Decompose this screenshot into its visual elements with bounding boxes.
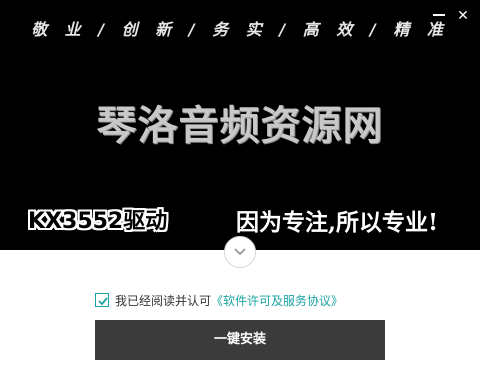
agree-checkbox[interactable] bbox=[95, 293, 109, 307]
chevron-down-icon bbox=[234, 248, 246, 256]
close-button[interactable]: ✕ bbox=[452, 4, 474, 26]
minimize-icon bbox=[433, 14, 445, 16]
headline: 琴洛音频资源网 bbox=[96, 103, 384, 149]
minimize-button[interactable] bbox=[428, 4, 450, 26]
checkmark-icon bbox=[98, 297, 108, 306]
slogan: 敬 业 / 创 新 / 务 实 / 高 效 / 精 准 bbox=[31, 20, 449, 39]
driver-name: KX3552驱动 bbox=[28, 209, 168, 234]
install-button[interactable]: 一键安装 bbox=[95, 320, 385, 360]
banner: 敬 业 / 创 新 / 务 实 / 高 效 / 精 准 ✕ 琴洛音频资源网 KX… bbox=[0, 0, 480, 250]
tagline: 因为专注,所以专业! bbox=[236, 209, 439, 236]
close-icon: ✕ bbox=[457, 8, 469, 24]
agreement-row: 我已经阅读并认可 《软件许可及服务协议》 bbox=[95, 292, 343, 308]
agree-text: 我已经阅读并认可 bbox=[115, 293, 212, 308]
expand-button[interactable] bbox=[224, 236, 256, 268]
license-agreement-link[interactable]: 《软件许可及服务协议》 bbox=[211, 292, 343, 309]
